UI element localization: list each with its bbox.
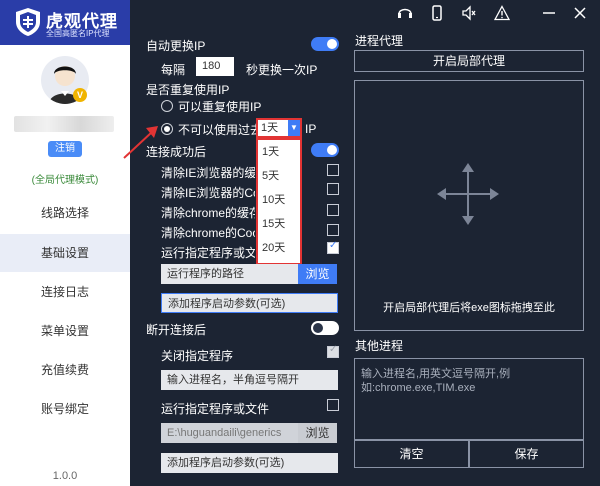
after-disconnect-toggle[interactable]	[311, 321, 339, 335]
clear-button[interactable]: 清空	[354, 440, 469, 468]
add-params-input[interactable]: 添加程序启动参数(可选)	[161, 293, 338, 313]
dropdown-option[interactable]: 10天	[258, 188, 300, 212]
proxy-mode-label: (全局代理模式)	[31, 175, 99, 186]
interval-prefix: 每隔	[161, 63, 186, 77]
version-label: 1.0.0	[52, 470, 78, 482]
process-name-input[interactable]: 输入进程名，半角逗号隔开	[161, 370, 338, 390]
after-connect-label: 连接成功后	[146, 145, 207, 159]
sidebar-item-route[interactable]: 线路选择	[0, 194, 130, 232]
dropdown-option[interactable]: 1天	[258, 140, 300, 164]
ip-suffix: IP	[305, 122, 317, 136]
save-button[interactable]: 保存	[469, 440, 584, 468]
dropdown-list: 1天 5天 10天 15天 20天	[256, 138, 302, 265]
dropdown-value: 1天	[261, 120, 289, 136]
process-proxy-title: 进程代理	[355, 34, 404, 48]
browse-button-2[interactable]: 浏览	[298, 423, 337, 443]
sidebar-item-bind[interactable]: 账号绑定	[0, 390, 130, 428]
dropdown-option[interactable]: 15天	[258, 212, 300, 236]
sidebar-item-menu[interactable]: 菜单设置	[0, 312, 130, 350]
phone-icon[interactable]	[429, 5, 445, 21]
username-blurred	[14, 116, 114, 132]
radio-no-reuse[interactable]	[161, 123, 173, 135]
minimize-icon[interactable]	[541, 5, 557, 21]
chevron-down-icon[interactable]: ▼	[288, 120, 300, 136]
shield-logo-icon	[16, 8, 40, 36]
clear-chrome-cookie-label: 清除chrome的Cookie	[161, 226, 255, 240]
close-icon[interactable]	[572, 5, 588, 21]
reuse-days-dropdown[interactable]: 1天 ▼	[256, 118, 302, 138]
sidebar-item-recharge[interactable]: 充值续费	[0, 351, 130, 389]
radio-no-reuse-label: 不可以使用过去	[178, 123, 263, 137]
close-program-checkbox[interactable]	[327, 344, 339, 358]
clear-ie-cookie-checkbox[interactable]	[327, 183, 339, 195]
auto-change-ip-label: 自动更换IP	[146, 39, 206, 53]
auto-change-ip-toggle[interactable]	[311, 37, 339, 51]
logo: 虎观代理 全国高匿名IP代理	[0, 0, 130, 45]
headset-icon[interactable]	[397, 5, 413, 21]
logo-subtitle: 全国高匿名IP代理	[46, 29, 110, 38]
volume-icon[interactable]	[461, 5, 477, 21]
run-program-label: 运行指定程序或文件	[161, 246, 255, 260]
after-connect-toggle[interactable]	[311, 143, 339, 157]
run-program2-label: 运行指定程序或文件	[161, 402, 270, 416]
drop-hint: 开启局部代理后将exe图标拖拽至此	[383, 302, 555, 314]
run-program-checkbox[interactable]	[327, 240, 339, 254]
move-arrows-icon	[437, 163, 499, 225]
clear-ie-cache-checkbox[interactable]	[327, 164, 339, 176]
sidebar-item-basic-settings[interactable]: 基础设置	[0, 234, 130, 272]
dropdown-option[interactable]: 20天	[258, 236, 300, 260]
other-process-textarea[interactable]: 输入进程名,用英文逗号隔开,例如:chrome.exe,TIM.exe	[354, 358, 584, 440]
radio-reuse-label: 可以重复使用IP	[178, 100, 262, 114]
program-path2-input[interactable]: E:\huguandaili\generics	[161, 423, 298, 443]
drop-zone[interactable]: 开启局部代理后将exe图标拖拽至此	[354, 80, 584, 331]
program-path-input[interactable]: 运行程序的路径	[161, 264, 298, 284]
interval-input[interactable]: 180	[196, 57, 234, 76]
add-params-input-2[interactable]: 添加程序启动参数(可选)	[161, 453, 338, 473]
run-program2-checkbox[interactable]	[327, 399, 339, 411]
close-program-label: 关闭指定程序	[161, 349, 234, 363]
clear-chrome-cache-checkbox[interactable]	[327, 204, 339, 216]
warning-icon[interactable]	[494, 5, 510, 21]
vip-badge: V	[73, 88, 87, 102]
after-disconnect-label: 断开连接后	[146, 323, 207, 337]
clear-ie-cache-label: 清除IE浏览器的缓存	[161, 166, 255, 180]
sidebar-item-log[interactable]: 连接日志	[0, 273, 130, 311]
partial-proxy-button[interactable]: 开启局部代理	[354, 50, 584, 72]
other-process-title: 其他进程	[355, 339, 404, 353]
sidebar: 虎观代理 全国高匿名IP代理 V 注销 (全局代理模式) 线路选择 基础设置 连…	[0, 0, 130, 486]
clear-ie-cookie-label: 清除IE浏览器的Cookie	[161, 186, 255, 200]
logout-button[interactable]: 注销	[48, 141, 82, 157]
clear-chrome-cookie-checkbox[interactable]	[327, 224, 339, 236]
radio-reuse[interactable]	[161, 100, 173, 112]
dropdown-option[interactable]: 5天	[258, 164, 300, 188]
interval-suffix: 秒更换一次IP	[246, 63, 318, 77]
reuse-ip-label: 是否重复使用IP	[146, 83, 230, 97]
browse-button[interactable]: 浏览	[298, 264, 337, 284]
clear-chrome-cache-label: 清除chrome的缓存	[161, 206, 255, 220]
